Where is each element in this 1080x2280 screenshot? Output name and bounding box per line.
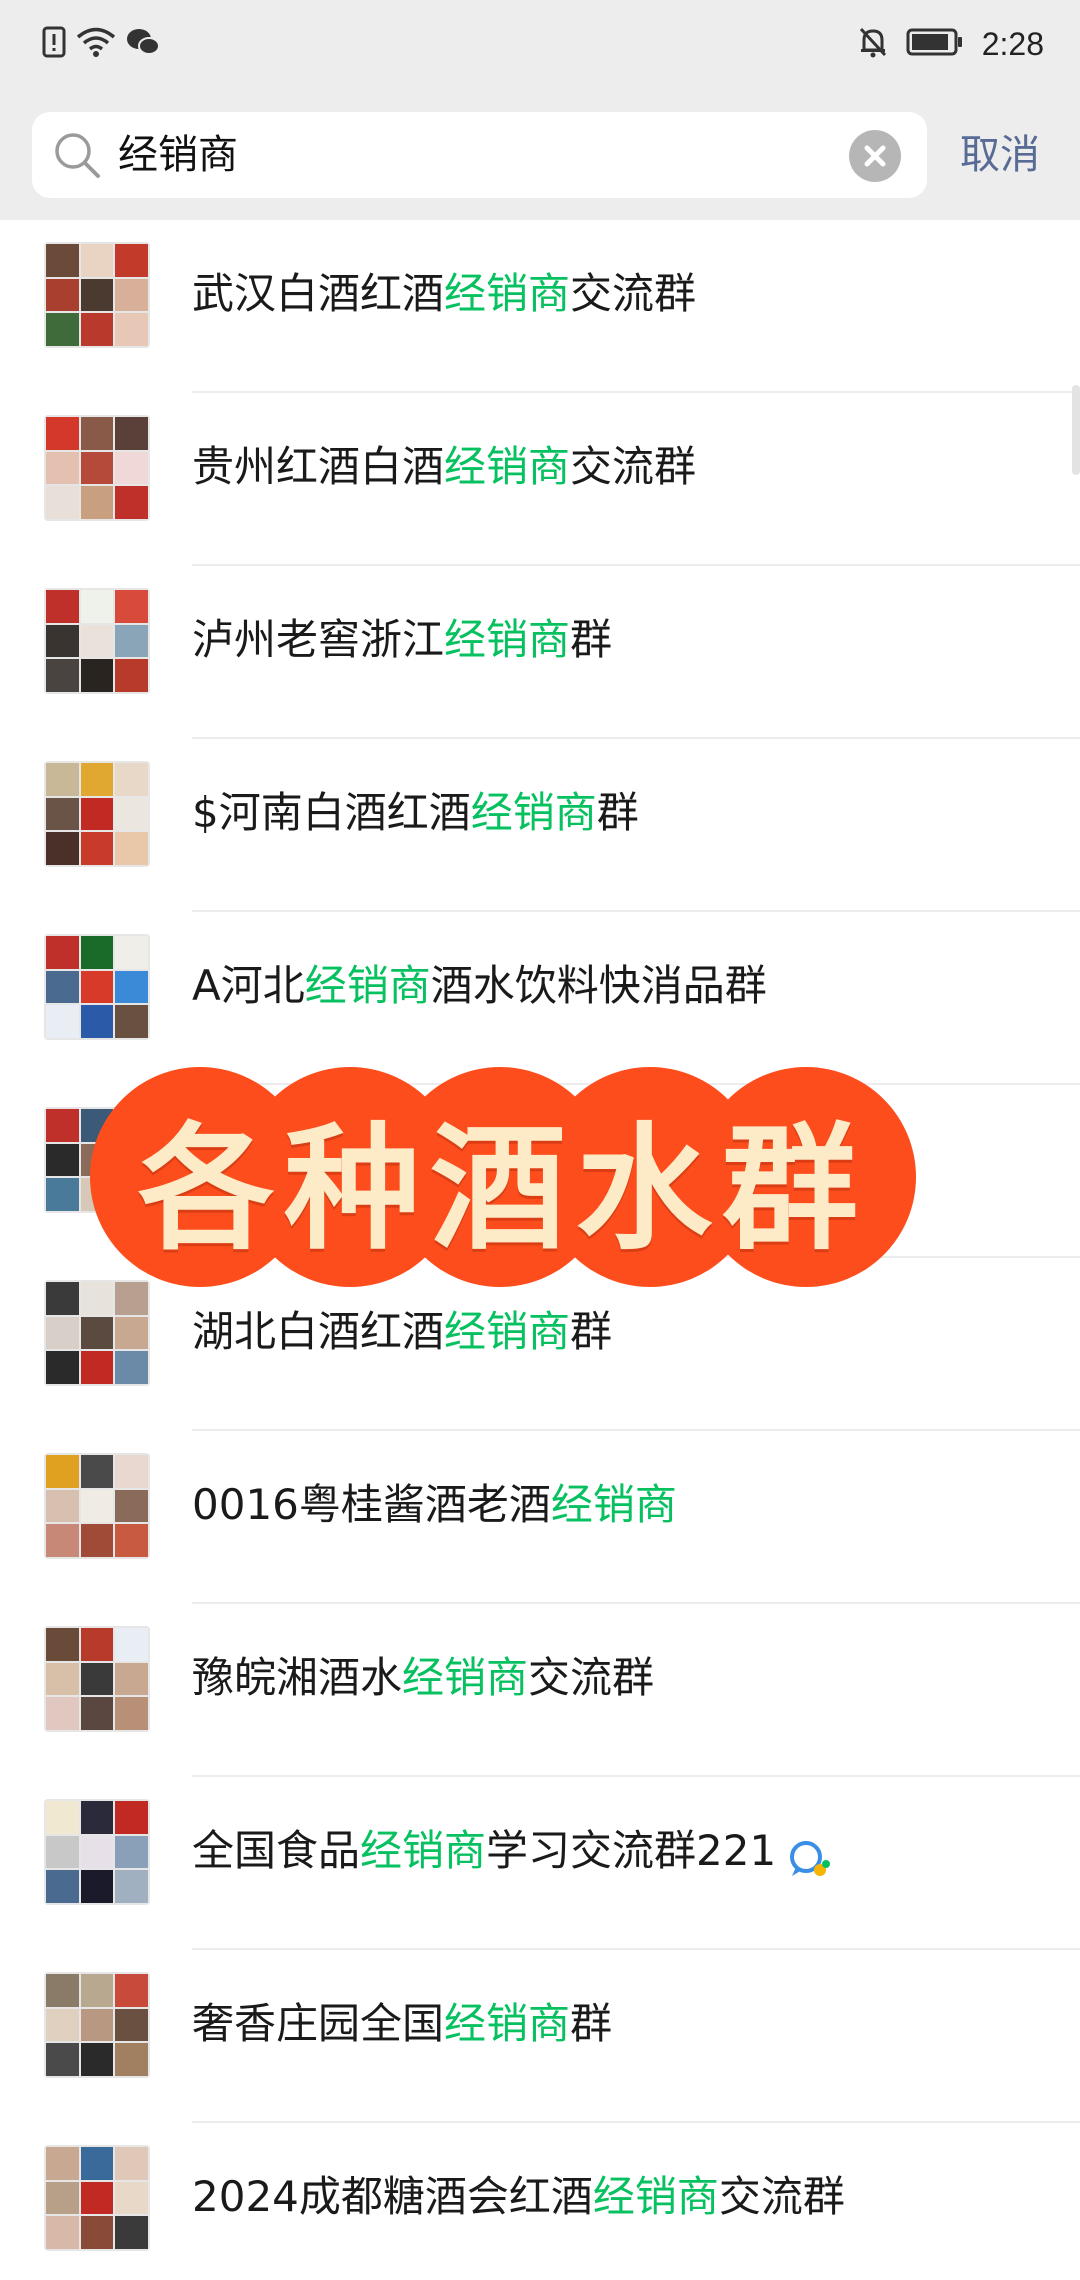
battery-icon [906, 27, 964, 61]
clear-search-button[interactable] [849, 130, 901, 182]
search-icon [52, 130, 102, 180]
scrollbar[interactable] [1072, 385, 1080, 475]
group-avatar [44, 1280, 150, 1386]
group-avatar [44, 242, 150, 348]
group-name: 0016粤桂酱酒老酒经销商 [192, 1480, 677, 1529]
group-avatar [44, 415, 150, 521]
list-item[interactable]: 0016粤桂酱酒老酒经销商 [0, 1431, 1080, 1604]
status-time: 2:28 [981, 25, 1044, 62]
group-name: 2024成都糖酒会红酒经销商交流群 [192, 2172, 845, 2221]
list-item[interactable]: 豫皖湘酒水经销商交流群 [0, 1604, 1080, 1777]
list-item[interactable]: 泸州老窖浙江经销商群 [0, 566, 1080, 739]
search-input[interactable]: 经销商 [118, 112, 238, 198]
group-name: A河北经销商酒水饮料快消品群 [192, 961, 767, 1010]
close-icon [864, 145, 886, 167]
search-input-box[interactable]: 经销商 [32, 112, 927, 198]
group-name: 泸州老窖浙江经销商群 [192, 615, 613, 664]
promo-banner: 各种酒水群 [88, 1065, 918, 1290]
list-item[interactable]: 武汉白酒红酒经销商交流群 [0, 220, 1080, 393]
group-name: 武汉白酒红酒经销商交流群 [192, 269, 697, 318]
status-left-icons [42, 24, 160, 64]
group-avatar [44, 1799, 150, 1905]
group-avatar [44, 1626, 150, 1732]
chat-bubble-icon [786, 1830, 834, 1878]
list-item[interactable]: 全国食品经销商学习交流群221 [0, 1777, 1080, 1950]
list-item[interactable]: 贵州红酒白酒经销商交流群 [0, 393, 1080, 566]
group-avatar [44, 1453, 150, 1559]
bell-muted-icon [858, 26, 888, 62]
group-name: 豫皖湘酒水经销商交流群 [192, 1653, 655, 1702]
group-avatar [44, 2145, 150, 2251]
group-name: 全国食品经销商学习交流群221 [192, 1811, 834, 1891]
alert-icon [42, 26, 66, 62]
banner-text: 各种酒水群 [138, 1111, 868, 1269]
search-bar: 经销商 取消 [0, 92, 1080, 220]
group-name: 湖北白酒红酒经销商群 [192, 1307, 613, 1356]
list-item[interactable]: $河南白酒红酒经销商群 [0, 739, 1080, 912]
group-name: 奢香庄园全国经销商群 [192, 1999, 613, 2048]
group-avatar [44, 1972, 150, 2078]
wifi-icon [76, 26, 116, 62]
wechat-icon [126, 27, 160, 61]
list-item[interactable]: A河北经销商酒水饮料快消品群 [0, 912, 1080, 1085]
group-avatar [44, 761, 150, 867]
list-item[interactable]: 奢香庄园全国经销商群 [0, 1950, 1080, 2123]
status-right-icons: 2:28 [858, 24, 1044, 64]
status-bar: 2:28 [0, 0, 1080, 92]
cancel-button[interactable]: 取消 [960, 112, 1040, 198]
group-avatar [44, 588, 150, 694]
group-name: 贵州红酒白酒经销商交流群 [192, 442, 697, 491]
list-item[interactable]: 2024成都糖酒会红酒经销商交流群 [0, 2123, 1080, 2280]
group-name: $河南白酒红酒经销商群 [192, 788, 639, 837]
group-avatar [44, 934, 150, 1040]
